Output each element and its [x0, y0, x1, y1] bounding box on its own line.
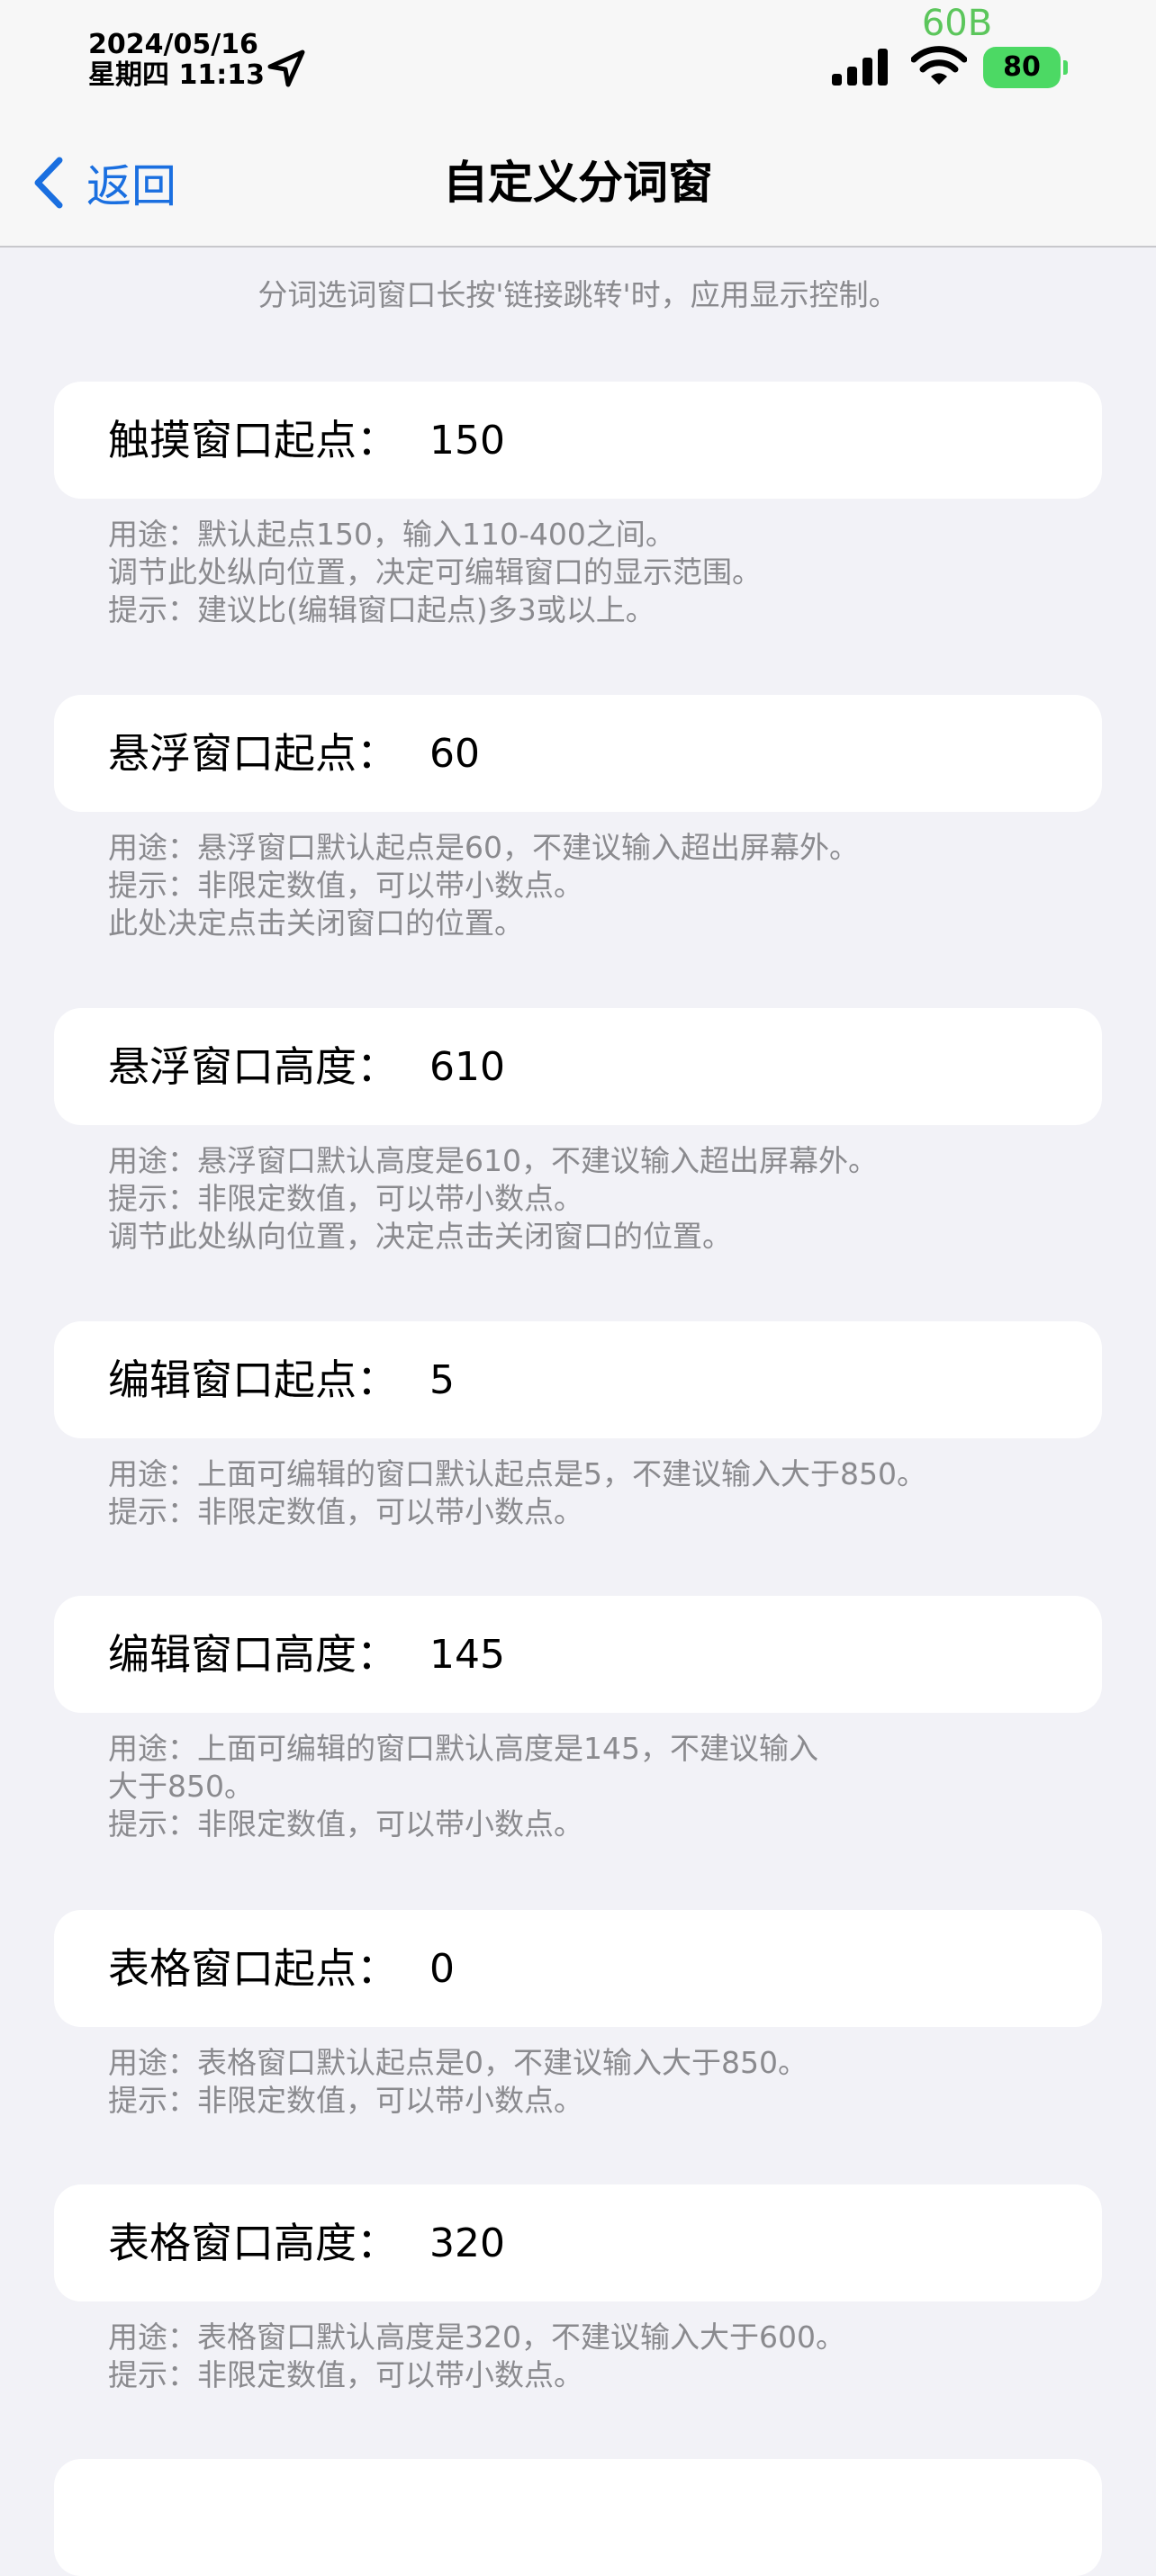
floating-window-height-input[interactable] — [429, 1024, 1060, 1109]
field-hint: 用途：表格窗口默认起点是0，不建议输入大于850。 提示：非限定数值，可以带小数… — [108, 2044, 1008, 2120]
battery-indicator: 80 — [983, 47, 1070, 88]
floating-window-start-input[interactable] — [429, 711, 1060, 796]
field-label: 悬浮窗口高度： — [108, 1042, 398, 1091]
field-edit-window-start: 编辑窗口起点： — [54, 1321, 1102, 1438]
hint-line: 调节此处纵向位置，决定点击关闭窗口的位置。 — [108, 1219, 732, 1254]
field-hint: 用途：悬浮窗口默认高度是610，不建议输入超出屏幕外。 提示：非限定数值，可以带… — [108, 1142, 1008, 1256]
field-label: 悬浮窗口起点： — [108, 729, 398, 778]
hint-line: 用途：悬浮窗口默认起点是60，不建议输入超出屏幕外。 — [108, 830, 859, 865]
hint-line: 提示：非限定数值，可以带小数点。 — [108, 2357, 583, 2392]
hint-line: 大于850。 — [108, 1769, 254, 1804]
battery-cap — [1063, 60, 1068, 75]
hint-line: 用途：表格窗口默认高度是320，不建议输入大于600。 — [108, 2319, 845, 2355]
field-label: 表格窗口起点： — [108, 1944, 398, 1993]
field-label: 编辑窗口高度： — [108, 1630, 398, 1679]
hint-line: 提示：非限定数值，可以带小数点。 — [108, 2083, 583, 2118]
wifi-icon — [911, 46, 967, 85]
status-bar: 2024/05/16 星期四 11:13 60B 80 — [0, 0, 1156, 117]
back-button[interactable]: 返回 — [31, 153, 176, 212]
status-date: 2024/05/16 — [88, 29, 258, 60]
chevron-left-icon — [34, 157, 63, 209]
back-label: 返回 — [86, 160, 176, 212]
hint-line: 用途：上面可编辑的窗口默认高度是145，不建议输入 — [108, 1731, 818, 1766]
hint-line: 用途：悬浮窗口默认高度是610，不建议输入超出屏幕外。 — [108, 1143, 878, 1178]
hint-line: 用途：表格窗口默认起点是0，不建议输入大于850。 — [108, 2045, 808, 2080]
cellular-signal-icon — [832, 49, 888, 86]
edit-window-height-input[interactable] — [429, 1612, 1060, 1697]
network-speed: 60B — [921, 3, 993, 44]
hint-line: 调节此处纵向位置，决定可编辑窗口的显示范围。 — [108, 554, 762, 590]
navigation-bar: 自定义分词窗 返回 — [0, 117, 1156, 248]
field-hint: 用途：上面可编辑的窗口默认起点是5，不建议输入大于850。 提示：非限定数值，可… — [108, 1455, 1008, 1531]
battery-level: 80 — [983, 47, 1061, 88]
hint-line: 此处决定点击关闭窗口的位置。 — [108, 905, 524, 941]
field-edit-window-height: 编辑窗口高度： — [54, 1596, 1102, 1713]
table-window-start-input[interactable] — [429, 1926, 1060, 2011]
location-arrow-icon — [267, 50, 305, 87]
field-label: 触摸窗口起点： — [108, 416, 398, 464]
edit-window-start-input[interactable] — [429, 1338, 1060, 1422]
field-floating-window-start: 悬浮窗口起点： — [54, 695, 1102, 812]
field-hint: 用途：上面可编辑的窗口默认高度是145，不建议输入 大于850。 提示：非限定数… — [108, 1730, 1008, 1843]
field-table-window-start: 表格窗口起点： — [54, 1910, 1102, 2027]
intro-text: 分词选词窗口长按'链接跳转'时，应用显示控制。 — [257, 277, 899, 312]
hint-line: 用途：默认起点150，输入110-400之间。 — [108, 517, 675, 552]
field-table-window-height: 表格窗口高度： — [54, 2184, 1102, 2301]
hint-line: 用途：上面可编辑的窗口默认起点是5，不建议输入大于850。 — [108, 1456, 926, 1491]
field-hint: 用途：表格窗口默认高度是320，不建议输入大于600。 提示：非限定数值，可以带… — [108, 2319, 1008, 2394]
hint-line: 提示：非限定数值，可以带小数点。 — [108, 868, 583, 903]
table-window-height-input[interactable] — [429, 2201, 1060, 2285]
hint-line: 提示：非限定数值，可以带小数点。 — [108, 1494, 583, 1529]
hint-line: 提示：非限定数值，可以带小数点。 — [108, 1806, 583, 1842]
field-touch-window-start: 触摸窗口起点： — [54, 382, 1102, 499]
field-hint: 用途：默认起点150，输入110-400之间。 调节此处纵向位置，决定可编辑窗口… — [108, 516, 1008, 629]
status-time: 星期四 11:13 — [88, 59, 265, 91]
hint-line: 提示：非限定数值，可以带小数点。 — [108, 1181, 583, 1216]
touch-window-start-input[interactable] — [429, 398, 1060, 482]
field-label: 表格窗口高度： — [108, 2219, 398, 2267]
hint-line: 提示：建议比(编辑窗口起点)多3或以上。 — [108, 592, 655, 627]
field-label: 编辑窗口起点： — [108, 1356, 398, 1404]
field-partial — [54, 2459, 1102, 2576]
field-hint: 用途：悬浮窗口默认起点是60，不建议输入超出屏幕外。 提示：非限定数值，可以带小… — [108, 829, 1008, 942]
field-floating-window-height: 悬浮窗口高度： — [54, 1008, 1102, 1125]
